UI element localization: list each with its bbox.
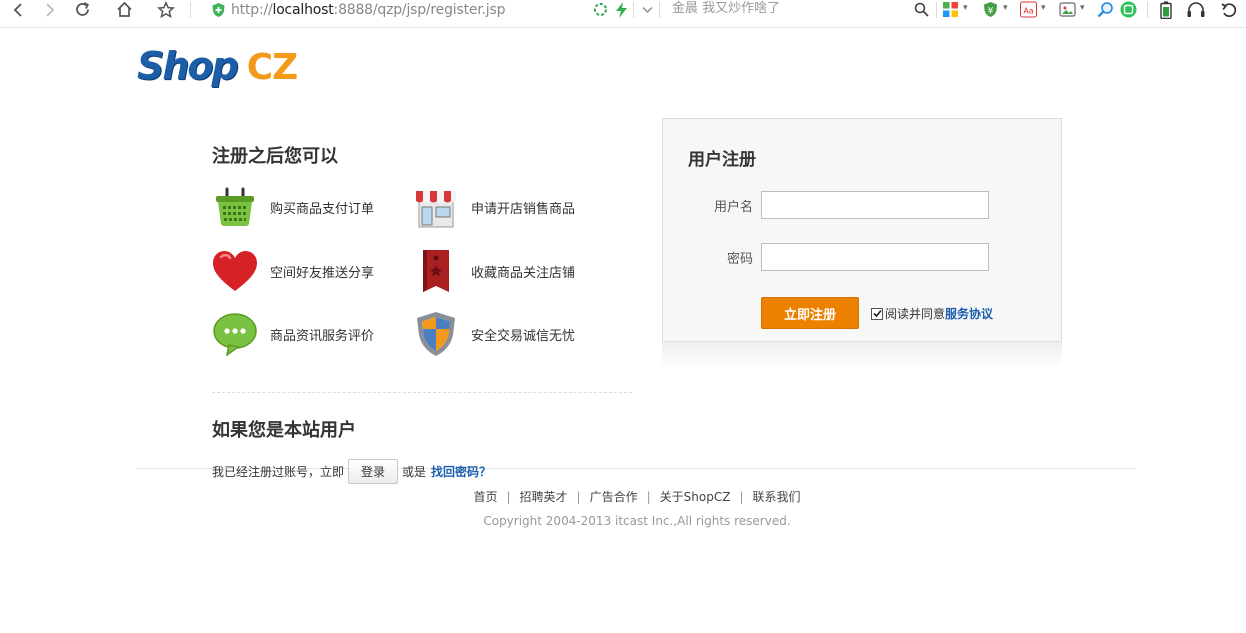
lightning-icon[interactable] xyxy=(613,0,629,19)
chevron-down-icon[interactable]: ▾ xyxy=(1080,3,1085,13)
section-divider xyxy=(212,392,632,393)
feature-item: 收藏商品关注店铺 xyxy=(413,248,575,294)
feature-label: 申请开店销售商品 xyxy=(471,201,576,217)
feature-item: 商品资讯服务评价 xyxy=(212,311,374,357)
undo-icon[interactable] xyxy=(1219,0,1239,19)
password-label: 密码 xyxy=(726,252,753,267)
feature-item: 安全交易诚信无忧 xyxy=(413,311,575,357)
feature-item: 申请开店销售商品 xyxy=(413,184,575,230)
browser-toolbar: http://localhost:8888/qzp/jsp/register.j… xyxy=(0,0,1246,28)
login-prefix-text: 我已经注册过账号，立即 xyxy=(212,464,345,479)
battery-icon[interactable] xyxy=(1157,0,1175,19)
chat-extension-icon[interactable] xyxy=(1120,1,1137,18)
speed-mode-icon[interactable] xyxy=(592,0,608,19)
chevron-down-icon[interactable]: ▾ xyxy=(1003,3,1008,13)
password-input[interactable] xyxy=(761,243,989,271)
service-agreement-link[interactable]: 服务协议 xyxy=(945,305,993,322)
footer-link-about[interactable]: 关于ShopCZ xyxy=(660,490,731,504)
reload-icon[interactable] xyxy=(72,0,92,19)
forward-icon[interactable] xyxy=(41,0,59,19)
feature-label: 安全交易诚信无忧 xyxy=(471,328,576,344)
store-icon xyxy=(413,184,459,230)
username-input[interactable] xyxy=(761,191,989,219)
headphones-icon[interactable] xyxy=(1185,0,1207,19)
footer-link-contact[interactable]: 联系我们 xyxy=(753,490,801,504)
feature-item: 购买商品支付订单 xyxy=(212,184,374,230)
feature-item: 空间好友推送分享 xyxy=(212,248,374,294)
footer-link-ads[interactable]: 广告合作 xyxy=(590,490,638,504)
toolbar-divider xyxy=(659,2,660,18)
copyright-text: Copyright 2004-2013 itcast Inc.,All righ… xyxy=(483,514,791,528)
footer-separator: | xyxy=(506,490,511,504)
agree-checkbox[interactable] xyxy=(871,307,883,320)
toolbar-divider xyxy=(190,2,191,18)
register-panel-shadow xyxy=(662,342,1062,368)
register-submit-button[interactable]: 立即注册 xyxy=(761,297,859,329)
or-text: 或是 xyxy=(402,464,427,479)
toolbar-divider xyxy=(936,2,937,18)
footer-link-careers[interactable]: 招聘英才 xyxy=(520,490,568,504)
existing-user-title: 如果您是本站用户 xyxy=(212,420,356,441)
home-icon[interactable] xyxy=(114,0,134,19)
svg-text:¥: ¥ xyxy=(988,7,994,17)
agree-text: 阅读并同意 xyxy=(885,307,946,321)
feature-label: 空间好友推送分享 xyxy=(270,265,375,281)
toolbar-divider xyxy=(633,2,634,18)
footer-separator: | xyxy=(739,490,744,504)
zoom-extension-icon[interactable] xyxy=(1097,1,1114,18)
search-input[interactable]: 金晨 我又炒作啥了 xyxy=(672,0,780,19)
yuan-extension-icon[interactable]: ¥ xyxy=(982,1,999,18)
secure-shield-icon[interactable] xyxy=(208,0,228,19)
bookmark-icon xyxy=(413,248,459,294)
footer-separator: | xyxy=(576,490,581,504)
back-icon[interactable] xyxy=(9,0,27,19)
intro-title: 注册之后您可以 xyxy=(212,146,338,167)
feature-label: 商品资讯服务评价 xyxy=(270,328,375,344)
svg-text:Aa: Aa xyxy=(1023,7,1033,16)
logo-shop-text: Shop xyxy=(137,44,239,88)
footer-separator: | xyxy=(646,490,651,504)
heart-icon xyxy=(212,248,258,294)
shield-icon xyxy=(413,311,459,357)
feature-label: 收藏商品关注店铺 xyxy=(471,265,576,281)
bookmark-star-icon[interactable] xyxy=(156,0,176,19)
register-title: 用户注册 xyxy=(688,150,756,170)
apps-extension-icon[interactable] xyxy=(942,1,959,18)
dropdown-chevron-icon[interactable] xyxy=(639,0,655,19)
chat-bubble-icon xyxy=(212,311,258,357)
chevron-down-icon[interactable]: ▾ xyxy=(1041,3,1046,13)
footer-links: 首页 | 招聘英才 | 广告合作 | 关于ShopCZ | 联系我们 xyxy=(0,488,1246,505)
site-logo[interactable]: Shop CZ xyxy=(137,44,299,88)
logo-cz-text: CZ xyxy=(246,47,299,88)
search-icon[interactable] xyxy=(912,0,930,19)
chevron-down-icon[interactable]: ▾ xyxy=(963,3,968,13)
username-label: 用户名 xyxy=(713,200,753,215)
translate-extension-icon[interactable]: Aa xyxy=(1020,1,1037,18)
basket-icon xyxy=(212,184,258,230)
toolbar-divider xyxy=(1147,2,1148,18)
url-text[interactable]: http://localhost:8888/qzp/jsp/register.j… xyxy=(231,2,505,18)
feature-label: 购买商品支付订单 xyxy=(270,201,375,217)
register-panel: 用户注册 用户名 密码 立即注册 阅读并同意 服务协议 xyxy=(662,118,1062,342)
footer-link-home[interactable]: 首页 xyxy=(473,490,497,504)
forgot-password-link[interactable]: 找回密码？ xyxy=(431,463,491,480)
screenshot-extension-icon[interactable] xyxy=(1059,1,1076,18)
login-row: 我已经注册过账号，立即 登录 或是 找回密码？ xyxy=(212,458,491,484)
agreement-row: 阅读并同意 服务协议 xyxy=(871,305,993,322)
login-button[interactable]: 登录 xyxy=(348,458,399,484)
